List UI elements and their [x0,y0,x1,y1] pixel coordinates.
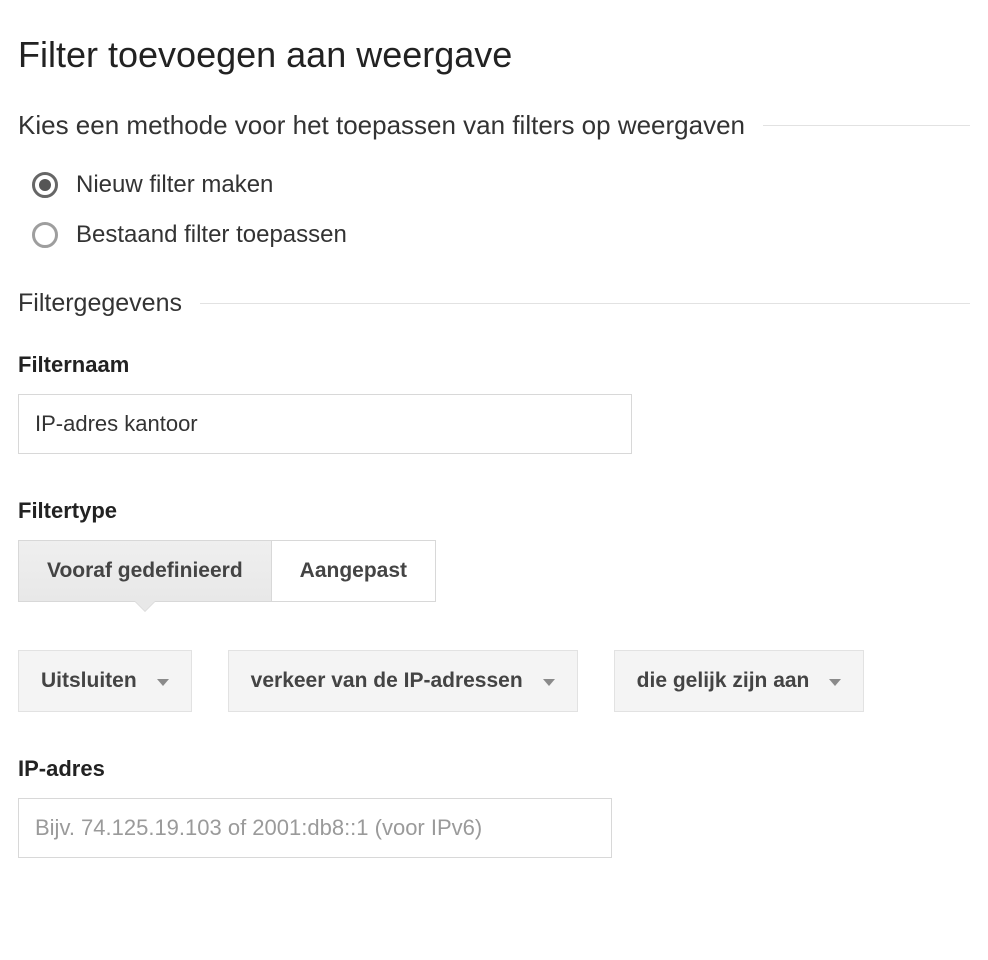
filter-type-select-row: Uitsluiten verkeer van de IP-adressen di… [18,650,970,712]
select-expression[interactable]: die gelijk zijn aan [614,650,865,712]
select-exclude[interactable]: Uitsluiten [18,650,192,712]
select-exclude-label: Uitsluiten [41,669,137,693]
radio-icon [32,222,58,248]
radio-icon [32,172,58,198]
filter-type-tabs: Vooraf gedefinieerd Aangepast [18,540,436,602]
radio-existing-filter[interactable]: Bestaand filter toepassen [32,221,970,249]
filter-name-label: Filternaam [18,352,970,378]
method-section-label: Kies een methode voor het toepassen van … [18,110,745,141]
select-traffic-source-label: verkeer van de IP-adressen [251,669,523,693]
page-title: Filter toevoegen aan weergave [18,34,970,76]
filter-name-input[interactable] [18,394,632,454]
radio-existing-filter-label: Bestaand filter toepassen [76,221,347,249]
ip-address-input[interactable] [18,798,612,858]
ip-address-label: IP-adres [18,756,970,782]
caret-down-icon [157,679,169,686]
filter-data-section-header: Filtergegevens [18,289,970,318]
tab-predefined[interactable]: Vooraf gedefinieerd [19,541,271,601]
filter-data-section-label: Filtergegevens [18,289,182,318]
radio-new-filter[interactable]: Nieuw filter maken [32,171,970,199]
tab-custom[interactable]: Aangepast [271,541,435,601]
divider [200,303,970,304]
divider [763,125,970,126]
caret-down-icon [543,679,555,686]
select-expression-label: die gelijk zijn aan [637,669,810,693]
radio-new-filter-label: Nieuw filter maken [76,171,273,199]
method-section-header: Kies een methode voor het toepassen van … [18,110,970,141]
select-traffic-source[interactable]: verkeer van de IP-adressen [228,650,578,712]
caret-down-icon [829,679,841,686]
filter-type-label: Filtertype [18,498,970,524]
